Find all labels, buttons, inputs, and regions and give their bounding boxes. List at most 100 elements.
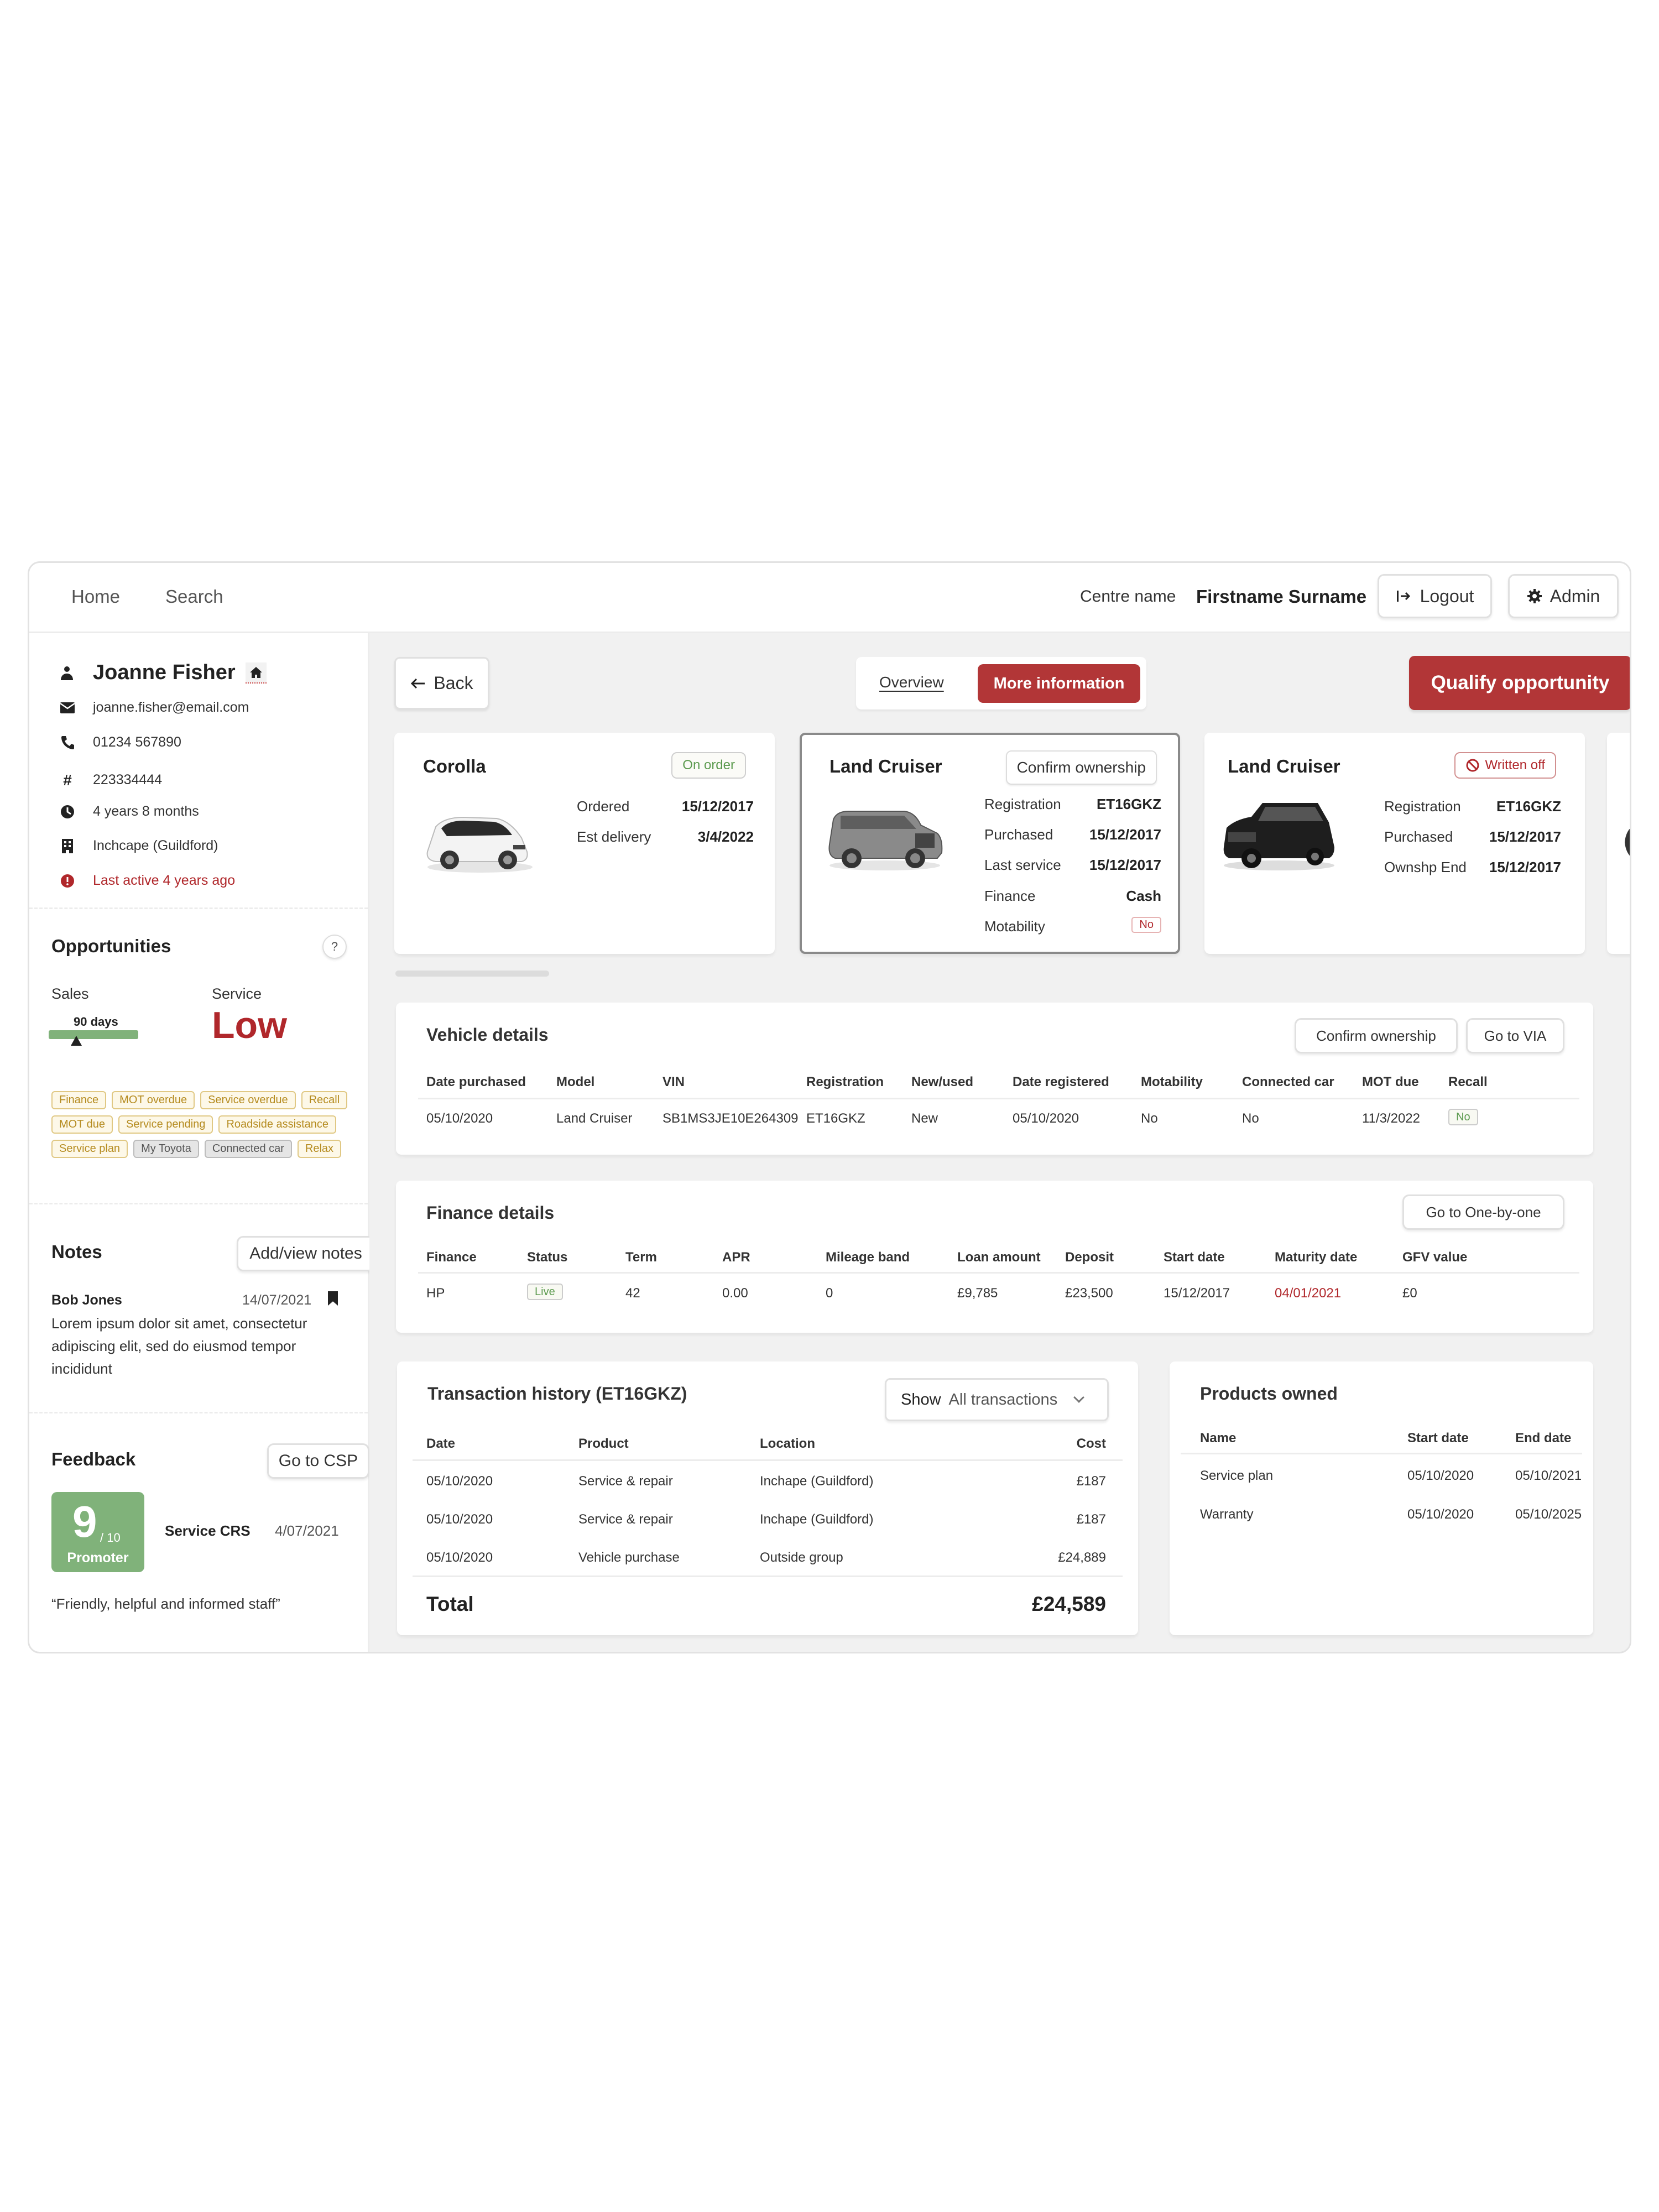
nps-category: Promoter (67, 1550, 129, 1566)
vehicle-card[interactable]: Corolla On order Ordered 15/12/2017 Est d… (394, 733, 775, 954)
table-cell: HP (426, 1286, 445, 1301)
go-to-csp-button[interactable]: Go to CSP (267, 1443, 369, 1479)
go-to-one-by-one-button[interactable]: Go to One-by-one (1402, 1194, 1564, 1230)
person-icon (61, 666, 73, 680)
table-cell: Inchape (Guildford) (760, 1474, 874, 1489)
nps-out-of: / 10 (100, 1531, 121, 1545)
vehicle-card[interactable]: Land Cruiser Written off Registration ET1… (1204, 733, 1585, 954)
column-header: APR (722, 1250, 750, 1265)
confirm-ownership-button[interactable]: Confirm ownership (1005, 750, 1157, 785)
main-content: Back Overview More information Qualify o… (369, 633, 1630, 1652)
table-cell: ET16GKZ (806, 1111, 865, 1126)
opportunity-tag[interactable]: MOT due (51, 1115, 113, 1134)
opportunity-tag[interactable]: Recall (301, 1091, 348, 1109)
nps-score: 9 (72, 1497, 97, 1546)
app-window: Home Search Centre name Firstname Surnam… (28, 561, 1631, 1653)
view-tabs: Overview More information (856, 657, 1146, 709)
total-label: Total (426, 1593, 474, 1615)
customer-dealer-row: Inchcape (Guildford) (62, 838, 218, 854)
sales-timeline-bar (49, 1030, 138, 1039)
table-cell: 05/10/2020 (426, 1474, 493, 1489)
divider (29, 1203, 368, 1204)
divider (29, 1412, 368, 1413)
table-row: 05/10/2020 Vehicle purchase Outside group £… (413, 1550, 1123, 1572)
go-to-via-button[interactable]: Go to VIA (1466, 1018, 1564, 1053)
customer-phone-row: 01234 567890 (61, 734, 181, 750)
vehicle-card-selected[interactable]: Land Cruiser Confirm ownership Registrat… (800, 733, 1180, 954)
column-header: Start date (1164, 1250, 1225, 1265)
tab-overview[interactable]: Overview (879, 674, 944, 691)
logout-icon (1396, 591, 1410, 602)
customer-name: Joanne Fisher (93, 661, 236, 684)
opportunity-tag[interactable]: Finance (51, 1091, 107, 1109)
table-cell: New (911, 1111, 938, 1126)
confirm-ownership-button[interactable]: Confirm ownership (1295, 1018, 1458, 1053)
logout-button[interactable]: Logout (1378, 574, 1492, 618)
opportunity-tag[interactable]: Service plan (51, 1140, 128, 1158)
opportunity-tag[interactable]: My Toyota (133, 1140, 199, 1158)
table-cell: Outside group (760, 1550, 843, 1565)
customer-sidebar: Joanne Fisher joanne.fisher@email.com 01… (29, 633, 375, 1652)
table-cell: Live (527, 1284, 563, 1300)
customer-name-row: Joanne Fisher (93, 661, 267, 685)
column-header: Finance (426, 1250, 477, 1265)
table-cell: 04/01/2021 (1275, 1286, 1342, 1301)
column-header: Product (578, 1436, 629, 1451)
table-cell: £187 (1076, 1512, 1106, 1527)
building-icon (60, 838, 75, 854)
nav-home[interactable]: Home (71, 586, 120, 607)
opportunity-tag[interactable]: Service pending (118, 1115, 213, 1134)
opportunity-tag[interactable]: Roadside assistance (218, 1115, 336, 1134)
admin-button[interactable]: Admin (1508, 574, 1619, 618)
customer-email-row: joanne.fisher@email.com (60, 700, 249, 716)
bookmark-icon[interactable] (328, 1291, 338, 1306)
written-off-badge: Written off (1454, 752, 1556, 779)
opportunity-tag[interactable]: Relax (297, 1140, 342, 1158)
note-date: 14/07/2021 (242, 1292, 312, 1308)
column-header: Location (760, 1436, 815, 1451)
table-cell: 05/10/2020 (1013, 1111, 1079, 1126)
column-header: Date registered (1013, 1074, 1109, 1089)
help-button[interactable]: ? (322, 935, 347, 959)
opportunity-tags: Finance MOT overdue Service overdue Recall M… (51, 1091, 350, 1158)
products-table: Name Start date End date Service plan 05/10/… (1181, 1431, 1582, 1541)
table-cell: 0.00 (722, 1286, 748, 1301)
motability-badge: No (1131, 917, 1161, 933)
vehicle-card-partial[interactable] (1607, 733, 1630, 954)
add-view-notes-button[interactable]: Add/view notes (237, 1236, 375, 1271)
opportunity-tag[interactable]: Connected car (204, 1140, 292, 1158)
column-header: Start date (1407, 1431, 1469, 1446)
column-header: Date (426, 1436, 456, 1451)
notes-title: Notes (51, 1241, 102, 1262)
alert-icon (60, 873, 75, 889)
table-cell: No (1448, 1109, 1478, 1125)
nav-search[interactable]: Search (165, 586, 223, 607)
table-divider (418, 1272, 1579, 1274)
vehicle-carousel-scrollbar[interactable] (395, 971, 549, 977)
customer-email[interactable]: joanne.fisher@email.com (93, 700, 249, 716)
transaction-filter-select[interactable]: Show All transactions (885, 1378, 1109, 1421)
customer-id-row: # 223334444 (63, 771, 162, 789)
table-cell: Vehicle purchase (578, 1550, 680, 1565)
phone-icon (60, 735, 75, 750)
qualify-opportunity-button[interactable]: Qualify opportunity (1409, 656, 1630, 710)
column-header: MOT due (1362, 1074, 1419, 1089)
feedback-quote: “Friendly, helpful and informed staff” (51, 1595, 280, 1612)
column-header: Status (527, 1250, 568, 1265)
back-button[interactable]: Back (394, 657, 489, 709)
tab-more-information[interactable]: More information (978, 664, 1140, 703)
vehicle-model: Corolla (423, 756, 486, 776)
column-header: Date purchased (426, 1074, 526, 1089)
table-divider (1181, 1453, 1582, 1454)
products-owned-panel: Products owned Name Start date End date Ser… (1170, 1361, 1593, 1635)
column-header: Term (625, 1250, 657, 1265)
opportunity-tag[interactable]: MOT overdue (112, 1091, 195, 1109)
logout-label: Logout (1420, 586, 1474, 606)
column-header: VIN (662, 1074, 685, 1089)
opportunity-tag[interactable]: Service overdue (200, 1091, 296, 1109)
column-header: Loan amount (957, 1250, 1041, 1265)
home-icon[interactable] (245, 662, 267, 684)
column-header: Name (1200, 1431, 1237, 1446)
table-row: Warranty 05/10/2020 05/10/2025 (1181, 1507, 1582, 1529)
filter-value: All transactions (948, 1390, 1058, 1408)
